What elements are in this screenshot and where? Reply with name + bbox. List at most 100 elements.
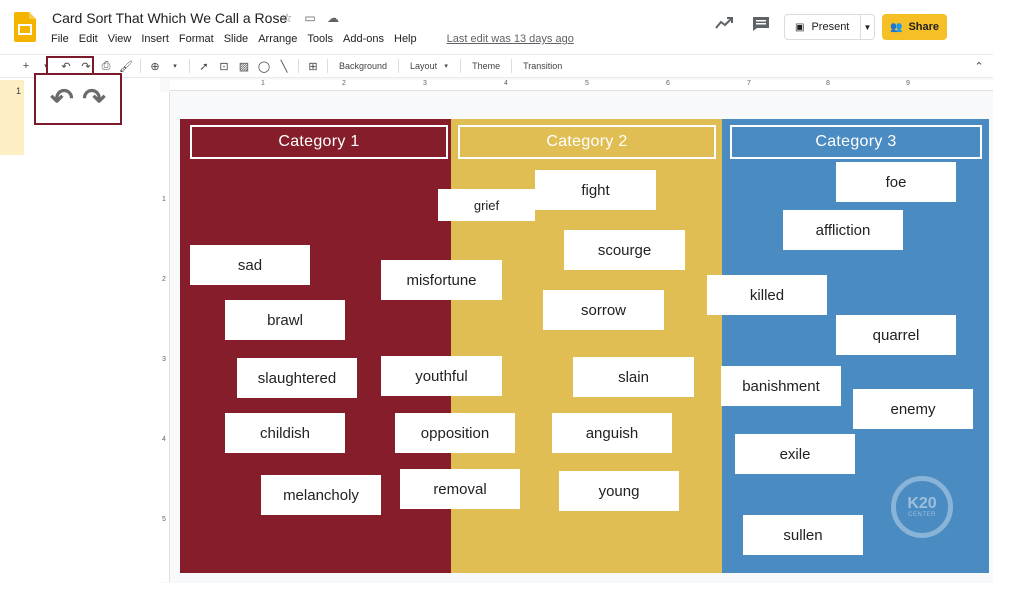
word-card-youthful[interactable]: youthful xyxy=(381,356,502,396)
menu-slide[interactable]: Slide xyxy=(224,33,253,45)
word-card-exile[interactable]: exile xyxy=(735,434,855,474)
slide[interactable]: Category 1 Category 2 Category 3 grief f… xyxy=(180,119,989,573)
menu-arrange[interactable]: Arrange xyxy=(258,33,302,45)
word-card-sorrow[interactable]: sorrow xyxy=(543,290,664,330)
menu-bar: File Edit View Insert Format Slide Arran… xyxy=(51,33,584,45)
word-card-fight[interactable]: fight xyxy=(535,170,656,210)
word-card-banishment[interactable]: banishment xyxy=(721,366,841,406)
toolbar-divider xyxy=(398,59,400,73)
add-comment-icon[interactable]: ⊞ xyxy=(305,56,321,76)
ruler-label: 5 xyxy=(585,80,589,87)
undo-large-icon: ↶ xyxy=(50,83,74,114)
menu-format[interactable]: Format xyxy=(179,33,219,45)
slide-filmstrip xyxy=(0,78,160,593)
k20-logo-main: K20 xyxy=(907,495,937,512)
category-2-header[interactable]: Category 2 xyxy=(458,125,716,159)
word-card-slaughtered[interactable]: slaughtered xyxy=(237,358,357,398)
ruler-label: 1 xyxy=(162,196,166,203)
category-3-header[interactable]: Category 3 xyxy=(730,125,982,159)
ruler-label: 3 xyxy=(423,80,427,87)
word-card-affliction[interactable]: affliction xyxy=(783,210,903,250)
word-card-anguish[interactable]: anguish xyxy=(552,413,672,453)
toolbar-divider xyxy=(298,59,299,73)
word-card-foe[interactable]: foe xyxy=(836,162,956,202)
share-button[interactable]: 👥 Share xyxy=(882,14,947,40)
star-icon[interactable]: ☆ xyxy=(280,11,294,25)
menu-insert[interactable]: Insert xyxy=(141,33,174,45)
move-folder-icon[interactable]: ▭ xyxy=(303,11,317,25)
word-card-removal[interactable]: removal xyxy=(400,469,520,509)
menu-addons[interactable]: Add-ons xyxy=(343,33,389,45)
shape-icon[interactable]: ◯ xyxy=(256,56,272,76)
ruler-label: 4 xyxy=(162,436,166,443)
document-title[interactable]: Card Sort That Which We Call a Rose xyxy=(52,10,287,26)
ruler-label: 7 xyxy=(747,80,751,87)
share-label: Share xyxy=(908,21,940,33)
vertical-ruler: 1 2 3 4 5 xyxy=(160,92,170,582)
menu-edit[interactable]: Edit xyxy=(79,33,103,45)
menu-file[interactable]: File xyxy=(51,33,74,45)
redo-large-icon: ↷ xyxy=(82,83,106,114)
word-card-melancholy[interactable]: melancholy xyxy=(261,475,381,515)
ruler-label: 1 xyxy=(261,80,265,87)
category-1-header[interactable]: Category 1 xyxy=(190,125,448,159)
word-card-enemy[interactable]: enemy xyxy=(853,389,973,429)
comment-icon[interactable] xyxy=(752,16,770,32)
theme-button[interactable]: Theme xyxy=(467,56,505,76)
word-card-misfortune[interactable]: misfortune xyxy=(381,260,502,300)
slide-number: 1 xyxy=(16,86,22,96)
toolbar-divider xyxy=(511,59,513,73)
menu-view[interactable]: View xyxy=(108,33,137,45)
k20-logo-sub: CENTER xyxy=(908,512,936,518)
ruler-label: 3 xyxy=(162,356,166,363)
word-card-scourge[interactable]: scourge xyxy=(564,230,685,270)
word-card-grief[interactable]: grief xyxy=(438,189,535,221)
word-card-childish[interactable]: childish xyxy=(225,413,345,453)
word-card-slain[interactable]: slain xyxy=(573,357,694,397)
ruler-label: 6 xyxy=(666,80,670,87)
share-lock-icon: 👥 xyxy=(889,21,903,33)
word-card-quarrel[interactable]: quarrel xyxy=(836,315,956,355)
word-card-killed[interactable]: killed xyxy=(707,275,827,315)
slides-logo-icon[interactable] xyxy=(14,12,36,42)
zoom-dropdown-icon[interactable]: ▾ xyxy=(167,56,183,76)
menu-tools[interactable]: Tools xyxy=(307,33,338,45)
ruler-label: 8 xyxy=(826,80,830,87)
collapse-toolbar-chevron-icon[interactable]: ⌃ xyxy=(971,56,987,76)
ruler-label: 2 xyxy=(342,80,346,87)
menu-help[interactable]: Help xyxy=(394,33,422,45)
ruler-label: 5 xyxy=(162,516,166,523)
slides-app: Card Sort That Which We Call a Rose ☆ ▭ … xyxy=(0,0,1012,593)
toolbar-divider xyxy=(460,59,462,73)
ruler-label: 4 xyxy=(504,80,508,87)
zoom-icon[interactable]: ⊕ xyxy=(147,56,163,76)
new-slide-icon[interactable]: + xyxy=(18,56,34,76)
toolbar-divider xyxy=(327,59,328,73)
line-icon[interactable]: ╲ xyxy=(276,56,292,76)
word-card-sullen[interactable]: sullen xyxy=(743,515,863,555)
image-icon[interactable]: ▨ xyxy=(236,56,252,76)
word-card-sad[interactable]: sad xyxy=(190,245,310,285)
cloud-status-icon[interactable]: ☁ xyxy=(326,11,340,25)
layout-button[interactable]: Layout xyxy=(405,56,442,76)
present-main[interactable]: ▣ Present xyxy=(785,15,861,39)
text-box-icon[interactable]: ⊡ xyxy=(216,56,232,76)
last-edit-link[interactable]: Last edit was 13 days ago xyxy=(447,33,579,45)
word-card-opposition[interactable]: opposition xyxy=(395,413,515,453)
transition-button[interactable]: Transition xyxy=(518,56,567,76)
present-dropdown-chevron-icon[interactable]: ▼ xyxy=(861,23,874,32)
activity-trend-icon[interactable] xyxy=(715,16,733,30)
word-card-brawl[interactable]: brawl xyxy=(225,300,345,340)
word-card-young[interactable]: young xyxy=(559,471,679,511)
present-label: Present xyxy=(811,21,850,33)
background-button[interactable]: Background xyxy=(334,56,392,76)
layout-dropdown-icon[interactable]: ▾ xyxy=(438,56,454,76)
vertical-scrollbar[interactable] xyxy=(993,78,1012,593)
toolbar: + ▾ ↶ ↷ ⎙ 🖌 ⊕ ▾ ➚ ⊡ ▨ ◯ ╲ ⊞ Background L… xyxy=(0,54,993,78)
k20-center-logo: K20 CENTER xyxy=(891,476,953,538)
horizontal-ruler: 1 2 3 4 5 6 7 8 9 xyxy=(170,80,993,91)
present-button[interactable]: ▣ Present ▼ xyxy=(784,14,875,40)
present-icon: ▣ xyxy=(795,21,805,33)
select-cursor-icon[interactable]: ➚ xyxy=(196,56,212,76)
toolbar-divider xyxy=(140,59,141,73)
